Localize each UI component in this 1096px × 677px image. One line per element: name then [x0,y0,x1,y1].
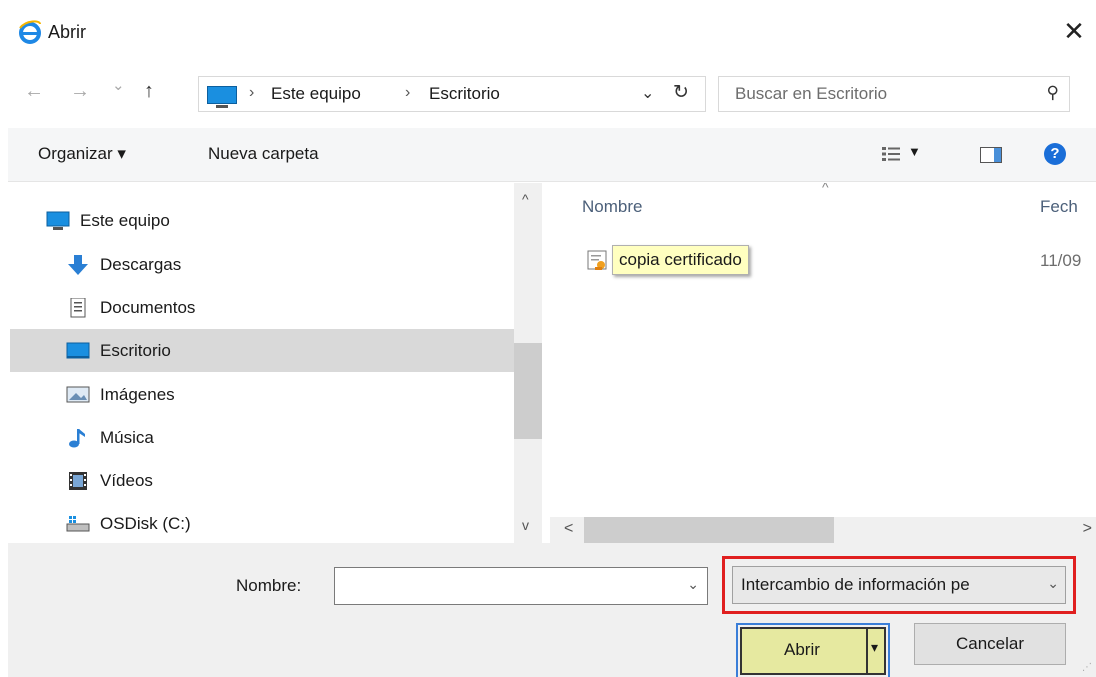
navigation-pane-scrollbar[interactable]: ^ v [514,183,542,543]
sort-ascending-icon: ^ [822,183,829,195]
music-icon [69,429,85,448]
navigation-pane: Este equipo Descargas Documentos Escrito… [8,183,542,543]
documents-icon [70,298,86,318]
address-dropdown-icon[interactable]: ⌄ [641,83,654,103]
title-bar: Abrir ✕ [8,6,1096,62]
tree-item-label: Vídeos [100,471,153,490]
navigation-bar: ← → ⌄ ↑ › Este equipo › Escritorio ⌄ ↻ B… [8,62,1096,126]
tree-item-label: Música [100,428,154,447]
tree-item-documentos[interactable]: Documentos [10,286,514,329]
internet-explorer-icon [19,20,41,44]
search-icon[interactable]: ⚲ [1047,83,1059,103]
organize-button[interactable]: Organizar ▾ [38,144,126,164]
forward-button[interactable]: → [70,80,90,103]
view-options-icon[interactable] [882,147,900,161]
tree-item-label: Escritorio [100,341,171,360]
tree-item-este-equipo[interactable]: Este equipo [10,199,514,242]
resize-grip-icon[interactable]: ⋰ [1082,662,1092,673]
search-input[interactable]: Buscar en Escritorio ⚲ [718,76,1070,112]
breadcrumb-escritorio[interactable]: Escritorio [429,84,500,104]
dialog-title: Abrir [48,22,87,42]
recent-locations-button[interactable]: ⌄ [112,76,125,94]
open-button-label: Abrir [784,640,820,659]
close-button[interactable]: ✕ [1052,14,1096,50]
tree-item-osdisk[interactable]: OSDisk (C:) [10,502,514,543]
breadcrumb-separator: › [405,84,411,101]
column-header-date[interactable]: Fech [1040,197,1078,217]
desktop-icon [66,342,90,359]
tree-item-label: Imágenes [100,385,175,404]
open-file-dialog: Abrir ✕ ← → ⌄ ↑ › Este equipo › Escritor… [8,6,1096,677]
tree-item-escritorio[interactable]: Escritorio [10,329,514,372]
scrollbar-thumb[interactable] [514,343,542,439]
computer-icon [46,211,70,230]
file-type-value: Intercambio de información pe [741,575,970,594]
cancel-button[interactable]: Cancelar [914,623,1066,665]
videos-icon [69,472,87,490]
new-folder-button[interactable]: Nueva carpeta [208,144,319,164]
up-button[interactable]: ↑ [144,80,154,103]
tree-item-label: OSDisk (C:) [100,514,191,533]
drive-icon [66,516,90,532]
scroll-up-icon[interactable]: ^ [522,191,529,207]
file-list-horizontal-scrollbar[interactable]: < > [550,517,1096,543]
tree-item-descargas[interactable]: Descargas [10,243,514,286]
certificate-file-icon [587,250,607,270]
open-options-dropdown-icon[interactable]: ▾ [871,639,878,656]
file-type-dropdown-icon[interactable]: ⌄ [1047,575,1059,592]
filename-label: Nombre: [236,576,302,595]
help-icon[interactable]: ? [1044,143,1066,165]
refresh-icon[interactable]: ↻ [673,81,689,104]
back-button[interactable]: ← [24,80,44,103]
downloads-icon [68,255,88,275]
filename-dropdown-icon[interactable]: ⌄ [687,576,699,593]
open-button[interactable]: Abrir ▾ [740,627,886,675]
tree-item-label: Descargas [100,255,182,274]
scrollbar-thumb[interactable] [584,517,834,543]
split-divider [866,629,868,673]
tree-item-imagenes[interactable]: Imágenes [10,373,514,416]
scroll-left-icon[interactable]: < [564,520,573,538]
file-type-select[interactable]: Intercambio de información pe ⌄ [732,566,1066,604]
view-dropdown-icon[interactable]: ▼ [908,144,921,159]
pictures-icon [66,386,90,403]
computer-icon [207,86,237,108]
dialog-footer: Nombre: ⌄ Intercambio de información pe … [8,543,1096,677]
tree-item-label: Este equipo [80,211,170,230]
preview-pane-icon[interactable] [980,147,1002,163]
tree-item-videos[interactable]: Vídeos [10,459,514,502]
file-list-pane: ^ Nombre Fech copia certificado 11/09 < … [550,183,1096,543]
file-date: 11/09 [1040,251,1082,270]
scroll-right-icon[interactable]: > [1083,520,1092,538]
file-item-copia-certificado[interactable]: copia certificado [612,245,749,275]
scroll-down-icon[interactable]: v [522,517,529,533]
filename-input[interactable]: ⌄ [334,567,708,605]
breadcrumb-este-equipo[interactable]: Este equipo [271,84,361,104]
search-placeholder: Buscar en Escritorio [735,84,888,103]
command-toolbar: Organizar ▾ Nueva carpeta ▼ ? [8,128,1096,182]
breadcrumb-separator: › [249,84,255,101]
column-header-name[interactable]: Nombre [582,197,642,217]
address-bar[interactable]: › Este equipo › Escritorio ⌄ ↻ [198,76,706,112]
tree-item-label: Documentos [100,298,196,317]
tree-item-musica[interactable]: Música [10,416,514,459]
